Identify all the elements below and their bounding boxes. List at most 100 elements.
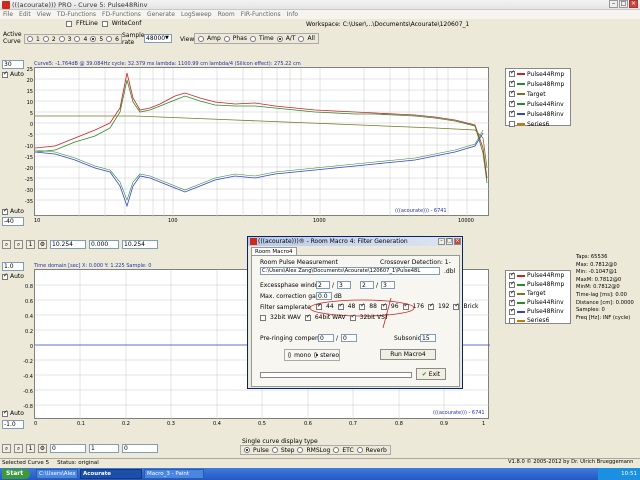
legend-bottom-item[interactable]: Pulse44Rinv: [506, 298, 570, 307]
format-64wav-checkbox[interactable]: [304, 313, 311, 321]
legend-top-item[interactable]: Pulse44Rinv: [506, 99, 570, 109]
dialog-close-button[interactable]: ×: [454, 238, 461, 245]
time-auto-bottom-checkbox[interactable]: [2, 409, 8, 417]
excess-field-4[interactable]: 3: [381, 281, 395, 289]
bottom-field-3[interactable]: 0: [122, 444, 158, 453]
excess-field-1[interactable]: 2: [316, 281, 330, 289]
menu-info[interactable]: Info: [287, 10, 298, 19]
taskbar-item-explorer[interactable]: C:\Users\Alex Z...: [36, 469, 78, 479]
menu-edit[interactable]: Edit: [19, 10, 31, 19]
display-radio-step[interactable]: [271, 447, 278, 453]
run-macro4-button[interactable]: Run Macro4: [380, 349, 436, 360]
preringing-field-2[interactable]: 0: [341, 334, 357, 342]
tab-room-macro4[interactable]: Room Macro4: [251, 247, 297, 255]
view-radio-at[interactable]: [276, 35, 283, 42]
curve-radio-1[interactable]: [27, 36, 33, 42]
view-radio-amp[interactable]: [198, 35, 204, 42]
legend-checkbox[interactable]: [509, 298, 515, 306]
legend-checkbox[interactable]: [509, 271, 515, 279]
subsonic-field[interactable]: 15: [420, 334, 436, 342]
time-bottom-field[interactable]: -1.0: [2, 420, 24, 429]
taskbar-item-paint[interactable]: Macro_3 - Paint: [144, 469, 204, 479]
format-32wav-checkbox[interactable]: [260, 314, 266, 321]
zoom-icon[interactable]: ⌕: [2, 444, 11, 453]
legend-checkbox[interactable]: [509, 317, 515, 324]
freq-auto-top-checkbox[interactable]: [2, 70, 8, 78]
time-auto-top-checkbox[interactable]: [2, 272, 8, 280]
legend-checkbox[interactable]: [509, 99, 515, 107]
display-radio-rmslog[interactable]: [297, 447, 304, 453]
preringing-field-1[interactable]: 0: [318, 334, 334, 342]
taskbar-item-acourate[interactable]: Acourate: [80, 469, 142, 479]
legend-top-item[interactable]: Pulse44Rmp: [506, 69, 570, 79]
minimize-button[interactable]: –: [609, 0, 618, 8]
view-radio-time[interactable]: [250, 35, 256, 42]
pulse-path-field[interactable]: C:\Users\Alex Zang\Documents\Acourate\12…: [260, 267, 440, 275]
zoom-out-icon[interactable]: ⌕: [14, 240, 23, 249]
close-button[interactable]: ×: [629, 0, 638, 8]
legend-bottom-item[interactable]: Pulse48Rmp: [506, 280, 570, 289]
display-radio-etc[interactable]: [333, 447, 340, 453]
brick-checkbox[interactable]: [453, 302, 460, 310]
gear-icon[interactable]: ⚙: [38, 240, 47, 249]
legend-checkbox[interactable]: [509, 289, 515, 297]
legend-bottom-item[interactable]: Pulse44Rmp: [506, 271, 570, 280]
exit-button[interactable]: ✔ Exit: [416, 368, 446, 380]
menu-view[interactable]: View: [37, 10, 51, 19]
legend-bottom-item[interactable]: Pulse48Rinv: [506, 307, 570, 316]
zoom-icon[interactable]: ⌕: [2, 240, 11, 249]
curve-radio-3[interactable]: [58, 36, 65, 42]
freq-bottom-field[interactable]: -40: [2, 217, 24, 226]
dialog-minimize-button[interactable]: –: [438, 238, 445, 245]
display-radio-reverb[interactable]: [356, 447, 363, 453]
mid-field-3[interactable]: 10.254: [122, 240, 158, 249]
view-radio-all[interactable]: [298, 35, 305, 42]
legend-bottom-item[interactable]: Target: [506, 289, 570, 298]
menu-generate[interactable]: Generate: [147, 10, 175, 19]
time-top-field[interactable]: 1.0: [2, 262, 24, 271]
format-32vst-checkbox[interactable]: [349, 313, 356, 321]
excess-field-3[interactable]: 2: [360, 281, 374, 289]
bottom-field-2[interactable]: 1: [89, 444, 119, 453]
gear-icon[interactable]: ⚙: [38, 444, 47, 453]
legend-checkbox[interactable]: [509, 109, 515, 117]
legend-checkbox[interactable]: [509, 307, 515, 315]
rate-192-checkbox[interactable]: [428, 302, 434, 310]
legend-top-item[interactable]: Pulse48Rmp: [506, 79, 570, 89]
curve-radio-5[interactable]: [90, 36, 97, 42]
legend-top-item[interactable]: Pulse48Rinv: [506, 109, 570, 119]
curve-radio-2[interactable]: [42, 36, 49, 42]
fftline-checkbox[interactable]: [66, 20, 72, 27]
writeconf-checkbox[interactable]: [101, 20, 108, 27]
mono-radio[interactable]: [288, 352, 292, 358]
legend-top-item[interactable]: Target: [506, 89, 570, 99]
mid-field-1[interactable]: 10.254: [50, 240, 86, 249]
stereo-radio[interactable]: [314, 352, 319, 358]
legend-bottom-item[interactable]: Series6: [506, 316, 570, 325]
chevron-down-icon[interactable]: ▼: [165, 35, 169, 41]
legend-checkbox[interactable]: [509, 79, 515, 87]
freq-auto-bottom-checkbox[interactable]: [2, 207, 8, 215]
excess-field-2[interactable]: 3: [337, 281, 351, 289]
legend-checkbox[interactable]: [509, 280, 515, 288]
display-radio-pulse[interactable]: [244, 447, 250, 453]
menu-fir-functions[interactable]: FIR-Functions: [241, 10, 281, 19]
menu-td-functions[interactable]: TD-Functions: [57, 10, 96, 19]
view-radio-phas[interactable]: [223, 35, 230, 42]
one-icon[interactable]: 1: [26, 240, 35, 249]
curve-radio-6[interactable]: [106, 36, 113, 42]
zoom-out-icon[interactable]: ⌕: [14, 444, 23, 453]
legend-checkbox[interactable]: [509, 89, 515, 97]
menu-fd-functions[interactable]: FD-Functions: [102, 10, 141, 19]
frequency-chart[interactable]: 25 20 15 10 5 0 -5 -10 -15 -20 -25 -30 -…: [25, 67, 490, 217]
dialog-maximize-button[interactable]: □: [446, 238, 453, 245]
legend-top-item[interactable]: Series6: [506, 119, 570, 129]
menu-logsweep[interactable]: LogSweep: [181, 10, 212, 19]
start-button[interactable]: Start: [2, 469, 30, 479]
menu-file[interactable]: File: [3, 10, 13, 19]
curve-radio-4[interactable]: [74, 36, 81, 42]
one-icon[interactable]: 1: [26, 444, 35, 453]
bottom-field-1[interactable]: 0: [50, 444, 86, 453]
mid-field-2[interactable]: 0.000: [89, 240, 119, 249]
legend-checkbox[interactable]: [509, 69, 515, 77]
